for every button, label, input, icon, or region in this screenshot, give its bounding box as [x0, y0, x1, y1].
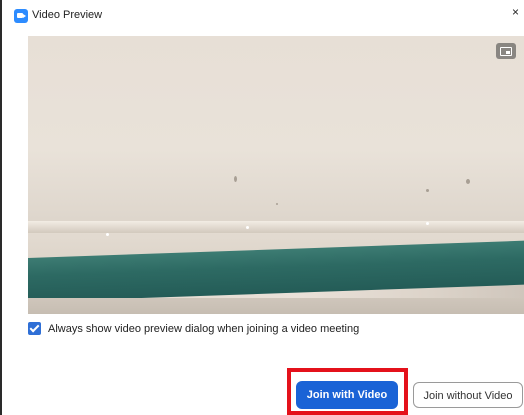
video-speck — [426, 189, 429, 192]
join-with-video-button[interactable]: Join with Video — [296, 381, 398, 409]
video-speck — [276, 203, 278, 205]
window-title: Video Preview — [32, 9, 103, 21]
always-show-preview-label: Always show video preview dialog when jo… — [48, 323, 360, 335]
video-speck — [426, 222, 429, 225]
video-speck — [106, 233, 109, 236]
video-ledge — [28, 221, 524, 233]
close-button[interactable]: × — [512, 4, 524, 20]
picture-in-picture-icon[interactable] — [496, 43, 516, 59]
video-wall-upper — [28, 36, 524, 226]
video-speck — [466, 179, 470, 184]
video-preview-window: Video Preview × Always show video previe… — [0, 0, 524, 415]
join-without-video-button[interactable]: Join without Video — [413, 382, 523, 408]
video-speck — [246, 226, 249, 229]
title-bar: Video Preview × — [2, 0, 524, 26]
video-floor — [28, 298, 524, 314]
video-preview — [28, 36, 524, 314]
zoom-app-icon — [14, 9, 28, 23]
video-speck — [234, 176, 237, 182]
always-show-preview-checkbox[interactable] — [28, 322, 41, 335]
